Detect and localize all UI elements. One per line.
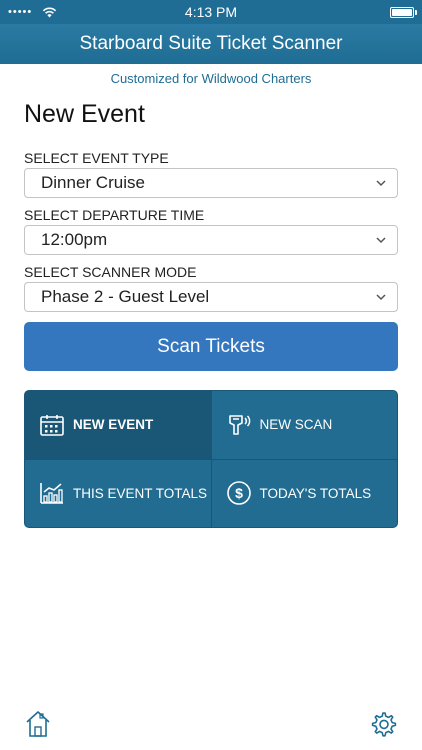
- chevron-down-icon: [376, 180, 386, 187]
- scanner-mode-label: SELECT SCANNER MODE: [24, 264, 197, 280]
- status-time: 4:13 PM: [184, 4, 238, 20]
- scan-tickets-button[interactable]: Scan Tickets: [24, 322, 398, 371]
- navigation-tiles: NEW EVENT NEW SCAN THIS EVENT TOTALS $ T…: [24, 390, 398, 528]
- app-title: Starboard Suite Ticket Scanner: [79, 33, 343, 54]
- tile-new-event-label: NEW EVENT: [73, 417, 154, 433]
- dollar-icon: $: [226, 481, 251, 506]
- event-type-value: Dinner Cruise: [41, 173, 145, 192]
- departure-time-value: 12:00pm: [41, 230, 108, 249]
- gear-icon[interactable]: [369, 710, 397, 738]
- subtitle: Customized for Wildwood Charters: [110, 71, 312, 86]
- signal-strength: •••••: [8, 6, 33, 18]
- tile-new-event[interactable]: NEW EVENT: [25, 391, 211, 459]
- scanner-mode-select[interactable]: Phase 2 - Guest Level: [24, 282, 398, 312]
- departure-time-label: SELECT DEPARTURE TIME: [24, 207, 205, 223]
- tile-todays-totals[interactable]: $ TODAY'S TOTALS: [211, 459, 397, 527]
- home-icon[interactable]: [25, 710, 51, 738]
- chevron-down-icon: [376, 294, 386, 301]
- chevron-down-icon: [376, 237, 386, 244]
- battery-icon: [390, 6, 417, 18]
- tile-new-scan[interactable]: NEW SCAN: [211, 391, 397, 459]
- tile-this-event-totals[interactable]: THIS EVENT TOTALS: [25, 459, 211, 527]
- tile-new-scan-label: NEW SCAN: [259, 417, 333, 433]
- event-type-label: SELECT EVENT TYPE: [24, 150, 169, 166]
- scanner-icon: [228, 414, 250, 435]
- tile-todays-totals-label: TODAY'S TOTALS: [259, 485, 372, 501]
- wifi-icon: [43, 7, 57, 17]
- chart-icon: [40, 483, 63, 505]
- status-bar: ••••• 4:13 PM: [0, 0, 422, 24]
- calendar-icon: [40, 414, 64, 436]
- tab-bar: [0, 700, 422, 750]
- svg-text:$: $: [235, 485, 243, 501]
- page-title: New Event: [24, 100, 145, 128]
- event-type-select[interactable]: Dinner Cruise: [24, 168, 398, 198]
- tile-this-event-totals-label: THIS EVENT TOTALS: [73, 485, 208, 501]
- scanner-mode-value: Phase 2 - Guest Level: [41, 287, 210, 306]
- departure-time-select[interactable]: 12:00pm: [24, 225, 398, 255]
- app-header: Starboard Suite Ticket Scanner: [0, 24, 422, 64]
